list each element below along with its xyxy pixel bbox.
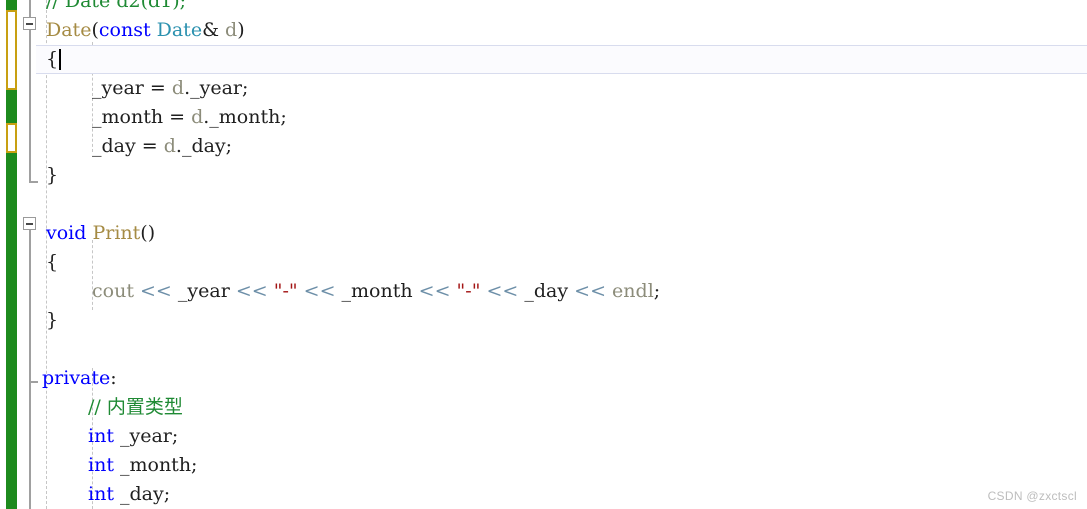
code-token-type: Date	[156, 19, 203, 41]
code-token-plain: }	[46, 309, 59, 331]
code-line[interactable]: _day = d._day;	[92, 132, 232, 161]
code-line[interactable]: }	[46, 306, 58, 335]
code-token-plain: _day =	[92, 135, 164, 157]
code-token-function: Print	[92, 222, 141, 244]
csdn-watermark: CSDN @zxctscl	[987, 489, 1077, 503]
code-line[interactable]: {	[46, 45, 58, 74]
text-caret	[59, 49, 62, 70]
code-token-plain: ._day;	[175, 135, 233, 157]
code-token-comment: // Date d2(d1);	[46, 0, 187, 12]
code-token-plain: ;	[653, 280, 661, 302]
code-token-operator: <<	[418, 280, 451, 302]
code-token-operator: <<	[140, 280, 172, 302]
code-token-plain: _day;	[113, 483, 171, 505]
code-token-plain: ._month;	[203, 106, 287, 128]
code-line[interactable]: _year = d._year;	[92, 74, 248, 103]
code-line[interactable]: _month = d._month;	[92, 103, 287, 132]
code-token-operator: <<	[574, 280, 606, 302]
code-token-plain: _day	[518, 280, 575, 302]
code-token-parameter: d	[225, 19, 238, 41]
code-token-string: "-"	[456, 280, 481, 302]
code-line[interactable]: private:	[42, 364, 117, 393]
code-token-plain: :	[110, 367, 117, 389]
code-line[interactable]: int _day;	[88, 480, 170, 509]
code-line[interactable]: }	[46, 161, 58, 190]
code-token-keyword: int	[88, 425, 114, 447]
code-line[interactable]: {	[46, 248, 58, 277]
code-token-string: "-"	[273, 280, 298, 302]
code-token-keyword: void	[46, 222, 87, 244]
code-token-plain: _month;	[113, 454, 198, 476]
code-token-punct: ()	[140, 222, 156, 244]
code-line[interactable]: Date(const Date& d)	[46, 16, 245, 45]
code-line[interactable]: int _month;	[88, 451, 197, 480]
code-token-punct: (	[91, 19, 99, 41]
code-token-function: Date	[46, 19, 92, 41]
code-token-keyword: const	[98, 19, 151, 41]
code-token-operator: <<	[486, 280, 519, 302]
code-line[interactable]: // Date d2(d1);	[46, 0, 186, 16]
code-line[interactable]: cout << _year << "-" << _month << "-" <<…	[92, 277, 660, 306]
code-token-plain: _year	[171, 280, 236, 302]
code-token-stream: endl	[612, 280, 654, 302]
code-token-plain: _month	[335, 280, 419, 302]
code-token-parameter: d	[163, 135, 176, 157]
code-token-plain: _month =	[92, 106, 192, 128]
code-text-layer[interactable]: // Date d2(d1); Date(const Date& d){_year…	[0, 0, 1087, 509]
code-token-plain: }	[46, 164, 59, 186]
code-token-stream: cout	[92, 280, 140, 302]
code-token-plain: ._year;	[184, 77, 249, 99]
code-line[interactable]: int _year;	[88, 422, 178, 451]
code-token-plain: &	[202, 19, 226, 41]
code-token-keyword: int	[88, 454, 114, 476]
code-token-parameter: d	[171, 77, 185, 99]
code-line[interactable]: // 内置类型	[88, 393, 183, 422]
code-token-comment: // 内置类型	[88, 396, 183, 418]
code-token-keyword: int	[88, 483, 114, 505]
code-token-plain: _year;	[113, 425, 179, 447]
code-token-parameter: d	[191, 106, 204, 128]
code-token-keyword: private	[42, 367, 111, 389]
code-token-plain: {	[46, 251, 59, 273]
code-line[interactable]: void Print()	[46, 219, 155, 248]
code-token-plain: _year =	[92, 77, 172, 99]
code-editor-view[interactable]: // Date d2(d1); Date(const Date& d){_year…	[0, 0, 1087, 509]
code-token-operator: <<	[235, 280, 268, 302]
code-token-punct: )	[237, 19, 245, 41]
code-token-operator: <<	[303, 280, 336, 302]
code-token-plain: {	[46, 48, 59, 70]
